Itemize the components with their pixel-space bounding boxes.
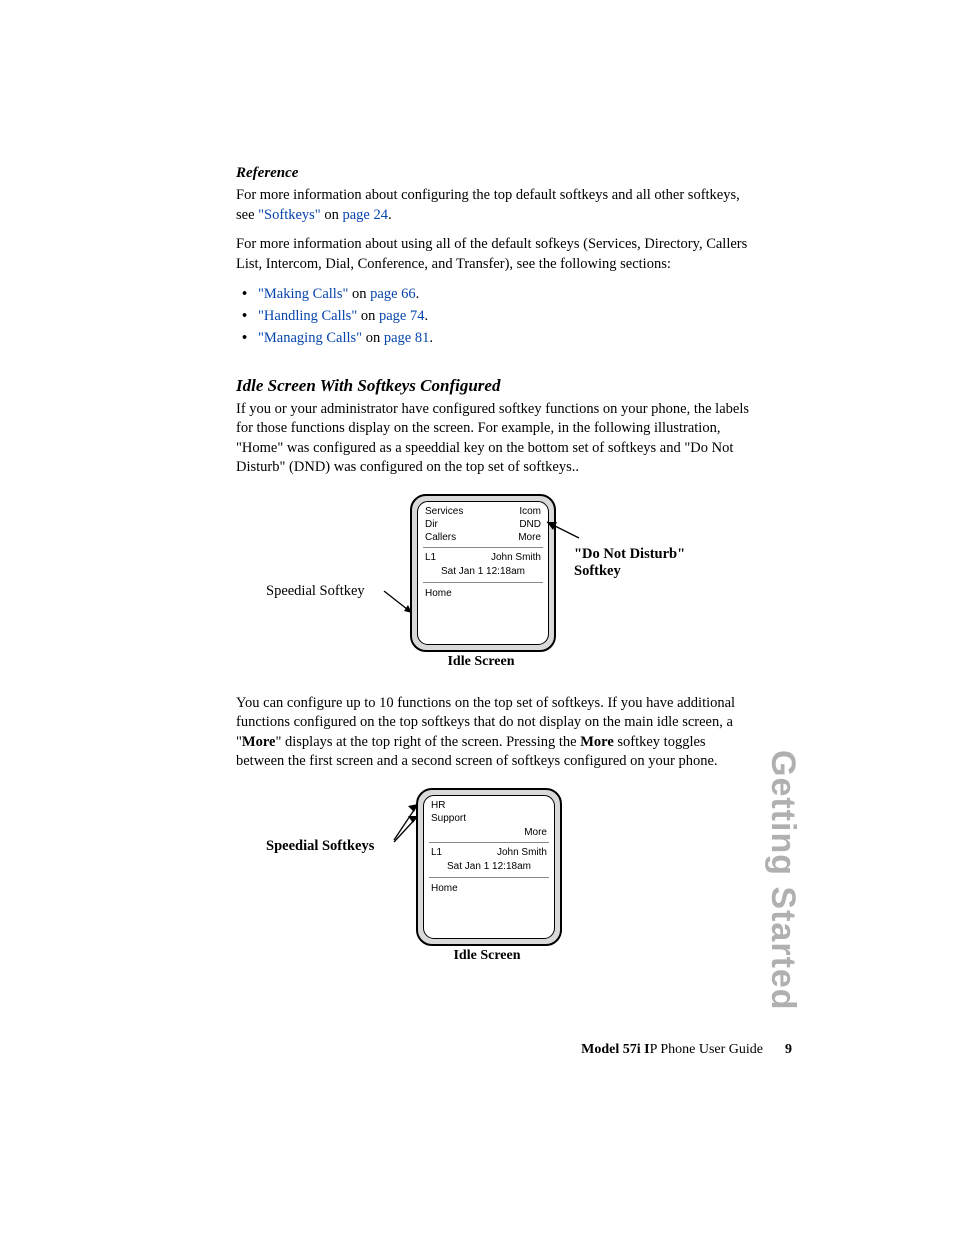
page-number: 9 xyxy=(785,1042,792,1057)
user-name: John Smith xyxy=(497,847,547,858)
link-softkeys[interactable]: "Softkeys" xyxy=(258,207,321,223)
para-more-softkeys: You can configure up to 10 functions on … xyxy=(236,694,754,772)
softkey-label: HR xyxy=(431,799,466,812)
text: . xyxy=(388,207,392,223)
line-label: L1 xyxy=(425,552,436,563)
softkey-home: Home xyxy=(418,585,548,599)
link-managing-calls[interactable]: "Managing Calls" xyxy=(258,330,362,346)
footer-model: Model 57i I xyxy=(581,1042,649,1057)
reference-para-1: For more information about configuring t… xyxy=(236,186,754,225)
text: on xyxy=(357,308,379,324)
figure-caption: Idle Screen xyxy=(410,654,552,670)
figure-idle-screen-1: Speedial Softkey Services Dir Callers Ic… xyxy=(248,494,768,684)
list-item: "Managing Calls" on page 81. xyxy=(236,328,754,350)
text: "Do Not Disturb" xyxy=(574,546,685,563)
reference-link-list: "Making Calls" on page 66. "Handling Cal… xyxy=(236,284,754,349)
text: . xyxy=(416,286,420,302)
bold-more: More xyxy=(580,734,614,750)
callout-speedial-softkeys: Speedial Softkeys xyxy=(266,838,374,855)
link-page-24[interactable]: page 24 xyxy=(342,207,388,223)
figure-caption: Idle Screen xyxy=(416,948,558,964)
softkey-label: Icom xyxy=(518,505,541,518)
softkey-label: DND xyxy=(518,518,541,531)
figure-idle-screen-2: Speedial Softkeys HR Support More xyxy=(248,788,768,988)
link-page-81[interactable]: page 81 xyxy=(384,330,430,346)
text: on xyxy=(348,286,370,302)
phone-screen: HR Support More L1 John Smith Sat Jan 1 … xyxy=(416,788,562,946)
text: . xyxy=(429,330,433,346)
user-name: John Smith xyxy=(491,552,541,563)
text: on xyxy=(321,207,343,223)
section-heading-idle: Idle Screen With Softkeys Configured xyxy=(236,376,754,396)
date-time: Sat Jan 1 12:18am xyxy=(424,858,554,874)
line-label: L1 xyxy=(431,847,442,858)
list-item: "Making Calls" on page 66. xyxy=(236,284,754,306)
text: . xyxy=(424,308,428,324)
softkey-label: Dir xyxy=(425,518,463,531)
softkey-label: More xyxy=(524,826,547,839)
footer-guide: P Phone User Guide xyxy=(650,1042,763,1057)
callout-dnd-softkey: "Do Not Disturb" Softkey xyxy=(574,546,685,580)
bold-more: More xyxy=(242,734,276,750)
softkey-label: Services xyxy=(425,505,463,518)
callout-speedial-softkey: Speedial Softkey xyxy=(266,583,365,600)
link-making-calls[interactable]: "Making Calls" xyxy=(258,286,348,302)
softkey-label: Support xyxy=(431,812,466,825)
reference-heading: Reference xyxy=(236,165,754,182)
date-time: Sat Jan 1 12:18am xyxy=(418,563,548,579)
link-page-74[interactable]: page 74 xyxy=(379,308,425,324)
link-handling-calls[interactable]: "Handling Calls" xyxy=(258,308,357,324)
text: on xyxy=(362,330,384,346)
text: Softkey xyxy=(574,563,685,580)
arrow-icon xyxy=(541,520,581,540)
phone-screen: Services Dir Callers Icom DND More L1 Jo… xyxy=(410,494,556,652)
section-para: If you or your administrator have config… xyxy=(236,400,754,478)
reference-para-2: For more information about using all of … xyxy=(236,235,754,274)
list-item: "Handling Calls" on page 74. xyxy=(236,306,754,328)
text: " displays at the top right of the scree… xyxy=(275,734,580,750)
softkey-label: More xyxy=(518,531,541,544)
link-page-66[interactable]: page 66 xyxy=(370,286,416,302)
side-chapter-title: Getting Started xyxy=(763,750,802,1011)
softkey-home: Home xyxy=(424,880,554,894)
page-footer: Model 57i IP Phone User Guide 9 xyxy=(581,1042,792,1058)
softkey-label: Callers xyxy=(425,531,463,544)
